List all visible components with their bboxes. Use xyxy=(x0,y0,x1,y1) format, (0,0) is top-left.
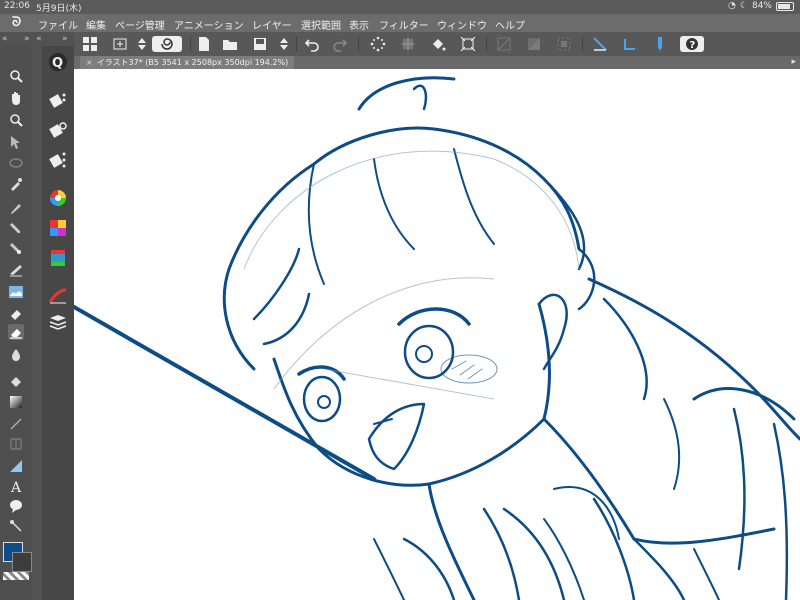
decoration-icon[interactable] xyxy=(8,284,24,300)
lasso-icon[interactable] xyxy=(8,156,24,172)
eyedropper-icon[interactable] xyxy=(8,176,24,192)
menu-layer[interactable]: レイヤー xyxy=(252,17,292,32)
zoom-icon[interactable] xyxy=(8,68,24,84)
status-bar: 22:06 5月9日(木) ◔ ☾ 84% xyxy=(0,0,800,14)
loading-icon[interactable] xyxy=(370,36,386,52)
transparent-color-swatch[interactable] xyxy=(3,572,29,580)
menu-view[interactable]: 表示 xyxy=(349,17,369,32)
svg-text:Q: Q xyxy=(52,56,63,71)
sub-color-swatch[interactable] xyxy=(12,552,32,572)
new-file-icon[interactable] xyxy=(196,36,212,52)
menu-selection[interactable]: 選択範囲 xyxy=(301,17,341,32)
gradient-icon[interactable] xyxy=(8,394,24,410)
help-icon[interactable]: ? xyxy=(680,36,704,52)
svg-text:A: A xyxy=(10,480,22,494)
airbrush-icon[interactable] xyxy=(8,262,24,278)
layer-transform-icon[interactable] xyxy=(112,36,128,52)
select-all-icon[interactable] xyxy=(460,36,476,52)
wifi-icon: ◔ xyxy=(728,1,736,11)
rotate-icon[interactable] xyxy=(8,112,24,128)
layer-stack-icon[interactable] xyxy=(48,312,68,332)
pencil-icon[interactable] xyxy=(8,220,24,236)
redo-icon[interactable] xyxy=(332,36,348,52)
line-icon[interactable] xyxy=(8,416,24,432)
open-folder-icon[interactable] xyxy=(222,36,238,52)
menu-animation[interactable]: アニメーション xyxy=(174,17,244,32)
app-logo-icon[interactable]: ᘐ xyxy=(12,15,26,30)
sub-tool-logo-icon[interactable]: Q xyxy=(48,52,68,72)
undo-icon[interactable] xyxy=(304,36,320,52)
svg-text:?: ? xyxy=(690,40,696,51)
ruler-icon[interactable] xyxy=(592,36,608,52)
toolbar-separator xyxy=(296,36,297,52)
sub-tool-detail-icon[interactable] xyxy=(48,150,68,170)
brush-icon[interactable] xyxy=(8,240,24,256)
expand-arrows-icon[interactable]: » xyxy=(24,34,30,44)
battery-icon xyxy=(776,1,794,11)
status-right: ◔ ☾ 84% xyxy=(728,1,794,11)
pen-icon[interactable] xyxy=(8,200,24,216)
correction-icon[interactable] xyxy=(8,518,24,534)
color-history-icon[interactable] xyxy=(48,248,68,268)
disabled-selection-icon[interactable] xyxy=(556,36,572,52)
drawing-canvas[interactable] xyxy=(74,69,800,600)
tool-palette xyxy=(0,46,32,600)
disabled-crop-icon[interactable] xyxy=(496,36,512,52)
expand-arrows-icon-2[interactable]: » xyxy=(62,34,68,44)
text-icon[interactable]: A xyxy=(8,478,24,494)
command-bar: ? xyxy=(74,32,800,56)
menu-file[interactable]: ファイル xyxy=(38,17,78,32)
balloon-icon[interactable] xyxy=(8,498,24,514)
color-wheel-icon[interactable] xyxy=(48,188,68,208)
fill-bucket-icon[interactable] xyxy=(8,346,24,362)
grid-icon[interactable] xyxy=(82,36,98,52)
sub-tool-brush-icon[interactable] xyxy=(48,90,68,110)
battery-percent: 84% xyxy=(751,1,772,11)
pen-pressure-icon[interactable] xyxy=(652,36,668,52)
battery-fill xyxy=(778,3,790,9)
menu-help[interactable]: ヘルプ xyxy=(495,17,525,32)
up-down-arrows-icon-2[interactable] xyxy=(276,36,292,52)
menu-edit[interactable]: 編集 xyxy=(86,17,106,32)
transform-icon[interactable] xyxy=(400,36,416,52)
tab-scroll-icon[interactable]: ▸ xyxy=(791,57,796,67)
document-tab[interactable]: × イラスト37* (B5 3541 x 2508px 350dpi 194.2%… xyxy=(80,56,295,69)
ruler-tool-icon[interactable] xyxy=(8,458,24,474)
hand-icon[interactable] xyxy=(8,90,24,106)
toolbar-separator xyxy=(190,36,191,52)
menu-filter[interactable]: フィルター xyxy=(379,17,429,32)
document-tab-title: イラスト37* (B5 3541 x 2508px 350dpi 194.2%) xyxy=(96,58,289,67)
status-date: 5月9日(木) xyxy=(36,4,82,14)
blend-icon[interactable] xyxy=(8,324,24,340)
disabled-gradient-icon[interactable] xyxy=(526,36,542,52)
document-tab-bar: × イラスト37* (B5 3541 x 2508px 350dpi 194.2%… xyxy=(74,56,800,69)
save-icon[interactable] xyxy=(252,36,268,52)
fill-icon[interactable] xyxy=(430,36,446,52)
collapse-arrows-icon-2[interactable]: « xyxy=(36,34,42,44)
status-time: 22:06 xyxy=(4,1,30,11)
sketch-artwork xyxy=(74,76,800,600)
move-icon[interactable] xyxy=(8,134,24,150)
toolbar-separator xyxy=(582,36,583,52)
eraser-icon[interactable] xyxy=(8,306,24,322)
snap-icon[interactable] xyxy=(622,36,638,52)
menu-window[interactable]: ウィンドウ xyxy=(437,17,487,32)
menu-page[interactable]: ページ管理 xyxy=(115,17,165,32)
moon-icon: ☾ xyxy=(739,1,748,11)
color-set-icon[interactable] xyxy=(48,218,68,238)
toolbar-separator xyxy=(486,36,487,52)
sub-tool-settings-icon[interactable] xyxy=(48,120,68,140)
paint-bucket-icon[interactable] xyxy=(8,374,24,390)
close-tab-icon[interactable]: × xyxy=(86,58,93,67)
brush-size-icon[interactable] xyxy=(48,286,68,306)
collapse-arrows-icon[interactable]: « xyxy=(2,34,8,44)
frame-icon[interactable] xyxy=(8,436,24,452)
menu-bar: ᘐ ファイル 編集 ページ管理 アニメーション レイヤー 選択範囲 表示 フィル… xyxy=(0,14,800,32)
toolbar-separator xyxy=(358,36,359,52)
up-down-arrows-icon[interactable] xyxy=(134,36,150,52)
swirl-icon[interactable] xyxy=(152,36,182,52)
